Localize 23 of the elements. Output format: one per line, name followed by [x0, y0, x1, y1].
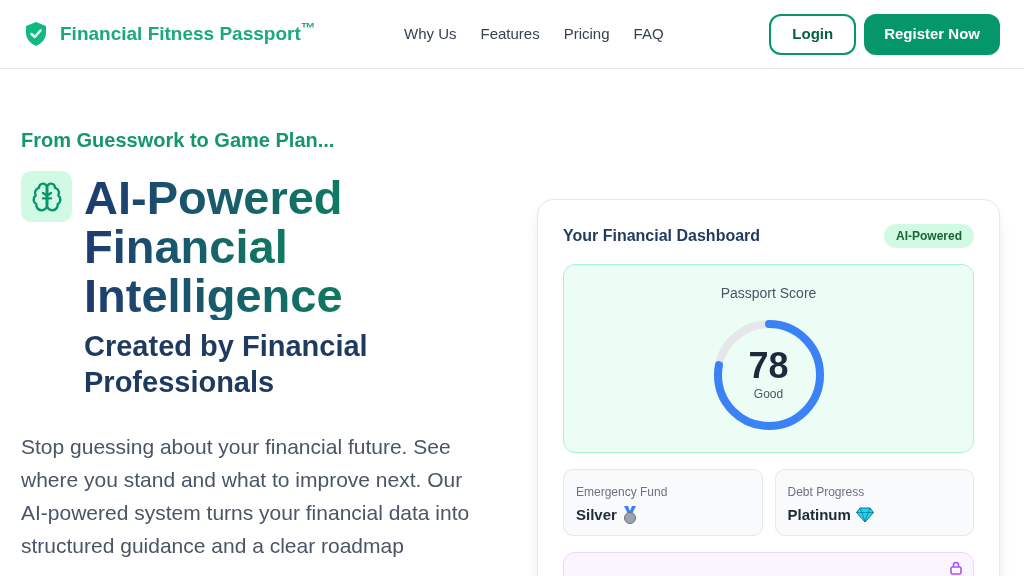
- score-label: Passport Score: [720, 284, 817, 303]
- lock-icon: [949, 561, 963, 575]
- hero-description: Stop guessing about your financial future. See where you stand and what to improve next. Our AI-powered system turns your financial data into structured guidance and a clear roadmap: [21, 434, 471, 559]
- diamond-icon: [855, 507, 874, 524]
- brain-icon: [21, 171, 72, 222]
- register-button[interactable]: Register Now: [864, 13, 1000, 55]
- hero-tagline: From Guesswork to Game Plan...: [21, 128, 336, 153]
- medal-icon: [621, 506, 638, 525]
- ai-badge: AI-Powered: [884, 224, 974, 248]
- nav-link[interactable]: Why Us: [404, 22, 457, 46]
- metric-value: Platinum: [787, 505, 851, 525]
- score-value: 78: [748, 347, 789, 385]
- hero-subtitle: Created by Financial Professionals: [84, 329, 369, 400]
- metric-label: Emergency Fund: [576, 484, 669, 501]
- nav-link[interactable]: Pricing: [563, 22, 610, 46]
- metric-value: Silver: [576, 505, 617, 525]
- metric-label: Debt Progress: [787, 484, 866, 501]
- nav-link[interactable]: FAQ: [633, 22, 664, 46]
- nav-link[interactable]: Features: [480, 22, 540, 46]
- login-button[interactable]: Login: [769, 13, 857, 55]
- score-rating: Good: [753, 386, 784, 403]
- shield-check-icon: [24, 21, 48, 47]
- dashboard-title: Your Financial Dashboard: [563, 226, 761, 246]
